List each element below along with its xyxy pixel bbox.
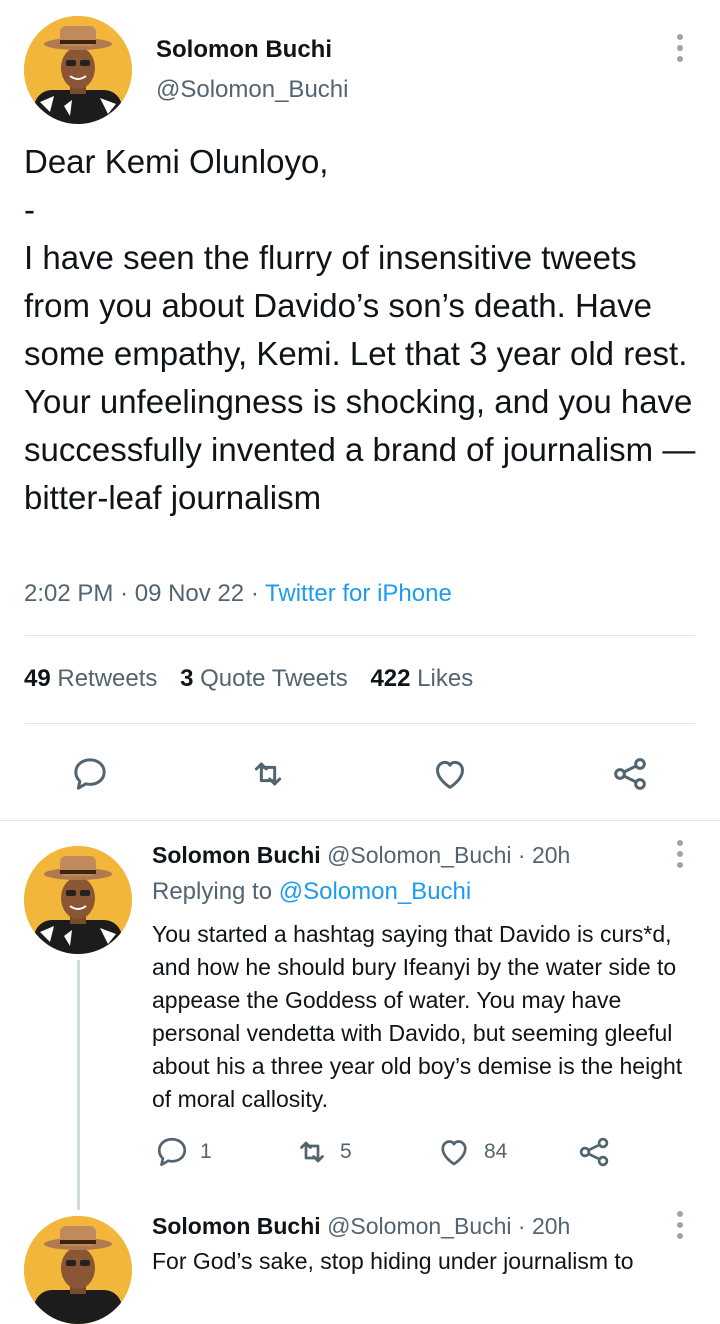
avatar-image bbox=[24, 846, 132, 954]
retweet-icon bbox=[254, 762, 282, 786]
retweet-count: 5 bbox=[340, 1140, 352, 1163]
share-icon bbox=[579, 1137, 609, 1167]
like-count: 84 bbox=[484, 1140, 508, 1163]
divider bbox=[24, 635, 696, 636]
tweet-date: 09 Nov 22 bbox=[134, 580, 245, 607]
share-icon bbox=[614, 758, 646, 790]
retweet-button[interactable] bbox=[246, 752, 290, 796]
replying-to-handle[interactable]: @Solomon_Buchi bbox=[279, 878, 471, 905]
avatar-image bbox=[24, 1216, 132, 1324]
replying-to-label: Replying to bbox=[152, 878, 273, 905]
like-button[interactable] bbox=[428, 752, 472, 796]
meta-separator: · bbox=[517, 842, 526, 868]
more-options-icon[interactable] bbox=[668, 30, 692, 66]
likes-stat[interactable]: 422 Likes bbox=[370, 665, 473, 692]
avatar-image bbox=[24, 16, 132, 124]
reply-action-share[interactable] bbox=[576, 1134, 612, 1170]
meta-separator: · bbox=[250, 580, 259, 607]
divider bbox=[0, 820, 720, 821]
reply-icon bbox=[157, 1137, 187, 1167]
reply-author-handle[interactable]: @Solomon_Buchi bbox=[327, 842, 511, 868]
reply-age[interactable]: 20h bbox=[532, 1213, 570, 1239]
reply-age[interactable]: 20h bbox=[532, 842, 570, 868]
meta-separator: · bbox=[120, 580, 129, 607]
retweets-stat[interactable]: 49 Retweets bbox=[24, 665, 164, 692]
reply-button[interactable] bbox=[68, 752, 112, 796]
avatar[interactable] bbox=[24, 1216, 132, 1324]
quotes-stat[interactable]: 3 Quote Tweets bbox=[180, 665, 354, 692]
reply-action-retweet[interactable]: 5 bbox=[294, 1134, 352, 1170]
author-name[interactable]: Solomon Buchi bbox=[156, 36, 332, 64]
avatar[interactable] bbox=[24, 16, 132, 124]
quotes-count: 3 bbox=[180, 665, 194, 692]
likes-label: Likes bbox=[417, 665, 474, 692]
tweet-text: Dear Kemi Olunloyo, - I have seen the fl… bbox=[24, 143, 696, 516]
quotes-label: Quote Tweets bbox=[200, 665, 348, 692]
reply-action-reply[interactable]: 1 bbox=[154, 1134, 212, 1170]
more-options-icon[interactable] bbox=[668, 836, 692, 872]
reply-text: You started a hashtag saying that Davido… bbox=[152, 921, 683, 1112]
heart-icon bbox=[441, 1140, 467, 1166]
reply-count: 1 bbox=[200, 1140, 212, 1163]
tweet-source-link[interactable]: Twitter for iPhone bbox=[265, 580, 452, 607]
likes-count: 422 bbox=[370, 665, 411, 692]
reply-text: For God’s sake, stop hiding under journa… bbox=[152, 1248, 634, 1274]
thread-line bbox=[77, 960, 80, 1210]
tweet-time: 2:02 PM bbox=[24, 580, 114, 607]
author-handle[interactable]: @Solomon_Buchi bbox=[156, 76, 348, 104]
reply-icon bbox=[74, 758, 106, 790]
tweet-stats: 49 Retweets 3 Quote Tweets 422 Likes bbox=[24, 665, 473, 693]
retweet-icon bbox=[300, 1141, 324, 1163]
reply-author-name[interactable]: Solomon Buchi bbox=[152, 842, 321, 868]
share-button[interactable] bbox=[608, 752, 652, 796]
retweets-label: Retweets bbox=[57, 665, 158, 692]
retweets-count: 49 bbox=[24, 665, 51, 692]
meta-separator: · bbox=[517, 1213, 526, 1239]
reply-header: Solomon Buchi @Solomon_Buchi · 20h bbox=[152, 842, 570, 869]
tweet-meta: 2:02 PM · 09 Nov 22 · Twitter for iPhone bbox=[24, 580, 452, 608]
divider bbox=[24, 723, 696, 724]
replying-to: Replying to @Solomon_Buchi bbox=[152, 878, 471, 906]
heart-icon bbox=[436, 760, 464, 789]
avatar[interactable] bbox=[24, 846, 132, 954]
reply-header: Solomon Buchi @Solomon_Buchi · 20h bbox=[152, 1213, 570, 1240]
reply-action-like[interactable]: 84 bbox=[436, 1134, 507, 1170]
reply-author-handle[interactable]: @Solomon_Buchi bbox=[327, 1213, 511, 1239]
more-options-icon[interactable] bbox=[668, 1207, 692, 1243]
reply-author-name[interactable]: Solomon Buchi bbox=[152, 1213, 321, 1239]
